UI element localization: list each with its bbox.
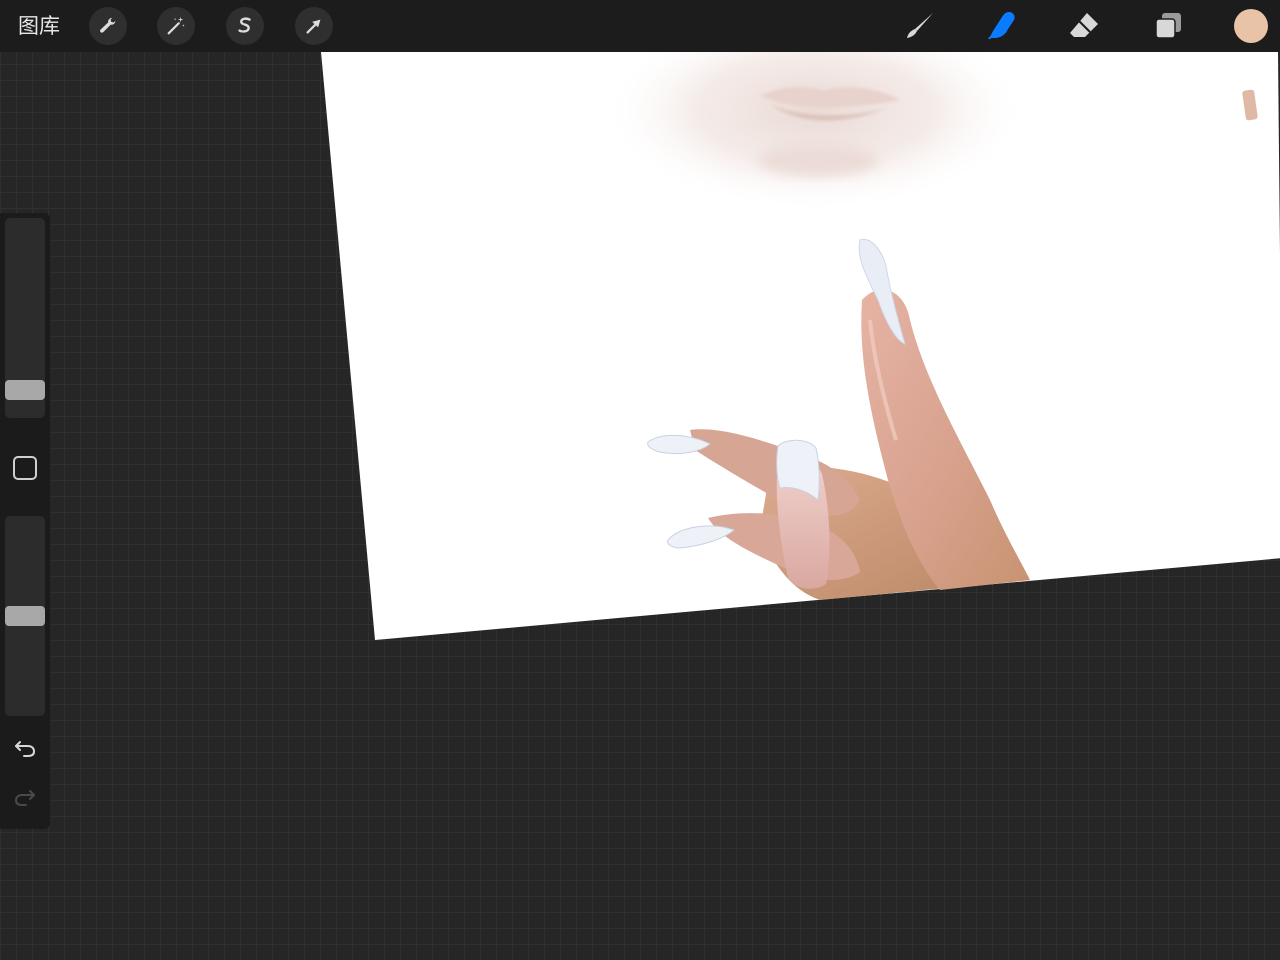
redo-arrow-icon <box>14 790 35 806</box>
left-sidebar <box>0 213 50 829</box>
gallery-button[interactable]: 图库 <box>18 12 60 40</box>
undo-arrow-icon <box>15 741 36 757</box>
eraser-icon <box>1070 13 1098 37</box>
selection-button[interactable] <box>226 7 264 45</box>
canvas-workspace[interactable]: 图库 <box>0 0 1280 960</box>
brush-size-thumb[interactable] <box>5 380 45 400</box>
canvas-viewport <box>0 0 1280 960</box>
smudge-tool-button[interactable] <box>982 6 1022 46</box>
opacity-thumb[interactable] <box>5 606 45 626</box>
adjustments-button[interactable] <box>157 7 195 45</box>
brush-tool-button[interactable] <box>900 6 940 46</box>
artwork-canvas[interactable] <box>0 0 1280 960</box>
modify-button[interactable] <box>13 456 37 480</box>
redo-button[interactable] <box>10 782 40 812</box>
layers-icon <box>1155 13 1181 39</box>
chin-shading <box>758 144 878 176</box>
top-toolbar: 图库 <box>0 0 1280 52</box>
eraser-tool-button[interactable] <box>1064 6 1104 46</box>
color-picker-button[interactable] <box>1234 9 1268 43</box>
wrench-icon <box>100 17 116 33</box>
smudge-finger-icon <box>988 12 1015 40</box>
layers-button[interactable] <box>1148 6 1188 46</box>
selection-s-icon <box>238 17 251 33</box>
undo-button[interactable] <box>10 733 40 763</box>
magic-wand-icon <box>167 16 185 35</box>
transform-button[interactable] <box>295 7 333 45</box>
brush-icon <box>907 13 933 38</box>
arrow-cursor-icon <box>306 19 321 34</box>
actions-button[interactable] <box>89 7 127 45</box>
